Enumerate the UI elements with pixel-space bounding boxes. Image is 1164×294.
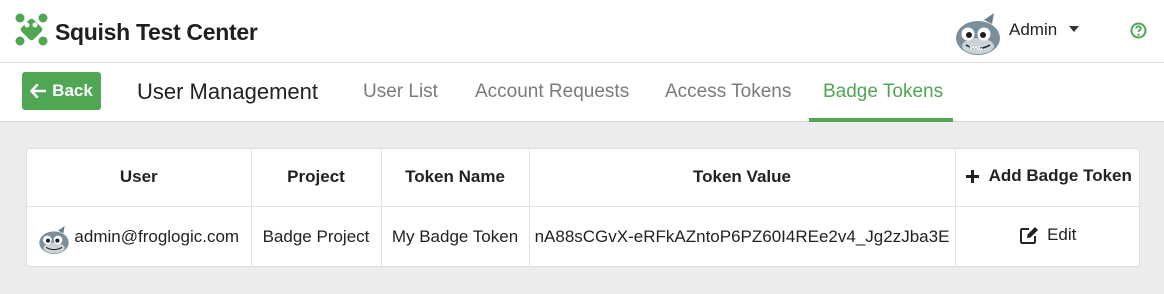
add-badge-token-button[interactable]: Add Badge Token bbox=[965, 166, 1132, 186]
app-title: Squish Test Center bbox=[55, 19, 258, 45]
table-row: admin@froglogic.com Badge Project My Bad… bbox=[27, 206, 1139, 266]
caret-down-icon[interactable] bbox=[1069, 26, 1079, 32]
back-button[interactable]: Back bbox=[22, 72, 101, 110]
column-header-token-value: Token Value bbox=[529, 149, 956, 207]
user-menu-name[interactable]: Admin bbox=[1009, 20, 1057, 40]
column-header-project: Project bbox=[251, 149, 382, 207]
edit-label: Edit bbox=[1047, 224, 1077, 244]
table-header-row: User Project Token Name Token Value Add … bbox=[27, 149, 1139, 207]
column-header-user: User bbox=[27, 149, 252, 207]
badge-tokens-table-card: User Project Token Name Token Value Add … bbox=[26, 148, 1140, 267]
add-badge-token-label: Add Badge Token bbox=[988, 166, 1132, 185]
edit-button[interactable]: Edit bbox=[1020, 225, 1076, 245]
cell-user: admin@froglogic.com bbox=[27, 206, 252, 266]
plus-icon bbox=[965, 169, 979, 183]
user-avatar-icon[interactable] bbox=[954, 12, 1002, 56]
user-email: admin@froglogic.com bbox=[74, 226, 240, 246]
tab-access-tokens[interactable]: Access Tokens bbox=[665, 81, 791, 103]
help-icon[interactable] bbox=[1130, 22, 1147, 39]
tab-account-requests[interactable]: Account Requests bbox=[475, 81, 629, 103]
cell-project: Badge Project bbox=[251, 206, 382, 266]
cell-actions: Edit bbox=[955, 206, 1139, 266]
frog-logo-icon[interactable] bbox=[14, 12, 48, 46]
tab-user-list[interactable]: User List bbox=[363, 81, 438, 103]
edit-icon bbox=[1020, 226, 1039, 244]
active-tab-indicator bbox=[809, 118, 953, 122]
tab-badge-tokens[interactable]: Badge Tokens bbox=[823, 81, 943, 103]
arrow-left-icon bbox=[30, 84, 47, 98]
back-label: Back bbox=[52, 81, 93, 100]
badge-tokens-table: User Project Token Name Token Value Add … bbox=[27, 149, 1139, 266]
cell-token-name: My Badge Token bbox=[381, 206, 530, 266]
nav-bar: Back User Management User List Account R… bbox=[0, 62, 1164, 122]
user-avatar-icon bbox=[39, 225, 70, 254]
page-title: User Management bbox=[137, 79, 318, 104]
cell-token-value: nA88sCGvX-eRFkAZntoP6PZ60I4REe2v4_Jg2zJb… bbox=[529, 206, 956, 266]
add-badge-token-cell: Add Badge Token bbox=[955, 149, 1139, 207]
column-header-token-name: Token Name bbox=[381, 149, 530, 207]
top-bar: Squish Test Center Admin bbox=[0, 0, 1164, 62]
